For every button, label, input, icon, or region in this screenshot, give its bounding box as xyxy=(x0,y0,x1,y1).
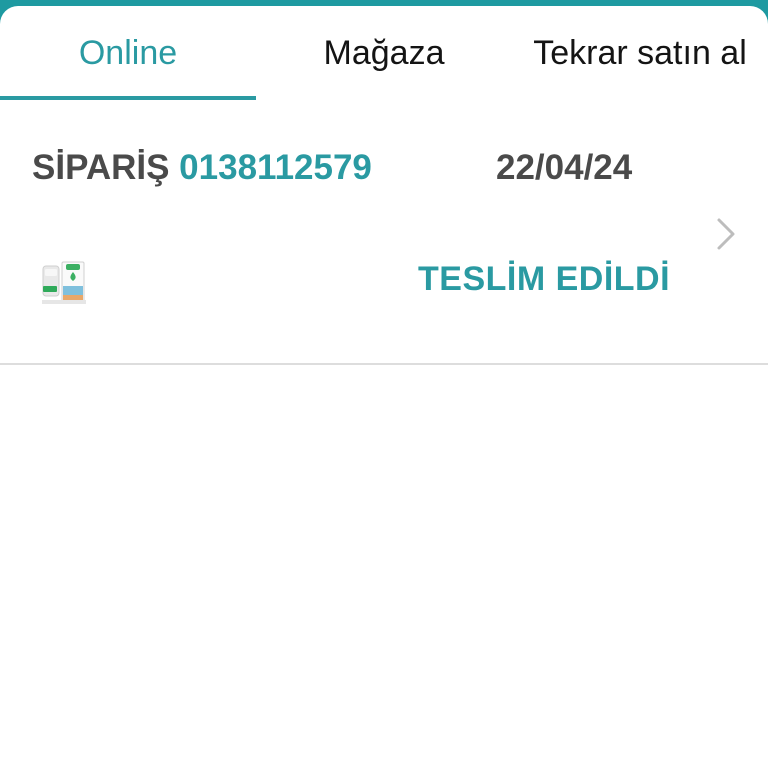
tab-magaza-label: Mağaza xyxy=(323,33,445,72)
order-status: TESLİM EDİLDİ xyxy=(418,260,671,298)
order-prefix: SİPARİŞ xyxy=(32,148,170,187)
tab-bar: Online Mağaza Tekrar satın al xyxy=(0,6,768,100)
order-number: 0138112579 xyxy=(179,148,372,187)
divider xyxy=(0,363,768,365)
orders-panel: Online Mağaza Tekrar satın al SİPARİŞ 01… xyxy=(0,6,768,768)
chevron-right-icon[interactable] xyxy=(712,216,740,252)
tab-online[interactable]: Online xyxy=(0,6,256,100)
order-card[interactable]: SİPARİŞ 0138112579 22/04/24 TESLİM EDİLD… xyxy=(0,100,768,364)
tab-tekrar-satin-al-label: Tekrar satın al xyxy=(533,33,747,72)
tab-magaza[interactable]: Mağaza xyxy=(256,6,512,100)
order-id: SİPARİŞ 0138112579 xyxy=(32,148,372,188)
tab-tekrar-satin-al[interactable]: Tekrar satın al xyxy=(512,6,768,100)
product-thumbnail-icon xyxy=(40,260,88,308)
tab-online-label: Online xyxy=(78,33,178,72)
order-date: 22/04/24 xyxy=(496,148,633,187)
